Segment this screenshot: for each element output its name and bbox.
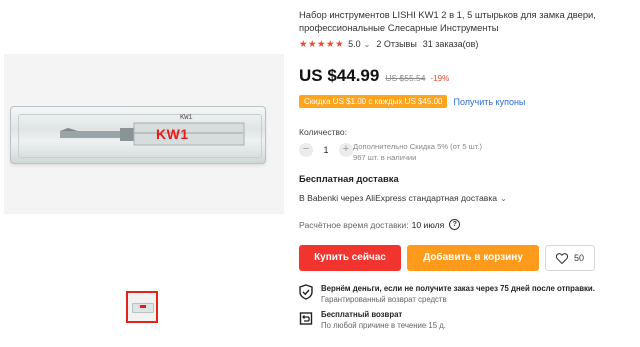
orders-count: 31 заказа(ов) [422, 39, 479, 49]
product-gallery: KW1 KW1 [0, 0, 290, 347]
product-title: Набор инструментов LISHI KW1 2 в 1, 5 шт… [299, 9, 596, 33]
current-price: US $44.99 [299, 66, 380, 85]
chevron-down-icon[interactable]: ⌄ [500, 194, 507, 203]
quantity-input[interactable]: 1 [313, 145, 339, 155]
quantity-label: Количество: [299, 127, 348, 137]
delivery-estimate: Расчётное время доставки: 10 июля ? [299, 219, 461, 230]
star-rating-icon: ★★★★★ [299, 38, 345, 50]
heart-icon [555, 252, 568, 264]
return-subtitle: По любой причине в течение 15 д. [321, 321, 446, 330]
discount-badge: -19% [430, 74, 450, 83]
quantity-stepper: − 1 + [299, 143, 353, 157]
coupon-row: Скидка US $1.00 с каждых US $45.00 Получ… [299, 95, 525, 108]
chevron-down-icon[interactable]: ⌄ [364, 40, 371, 49]
quantity-minus-button[interactable]: − [299, 143, 313, 157]
old-price: US $55.54 [385, 73, 426, 83]
delivery-date: 10 июля [411, 219, 445, 230]
guarantee-title: Вернём деньги, если не получите заказ че… [321, 284, 595, 293]
image-stamp-text: KW1 [180, 114, 193, 122]
quantity-info: Дополнительно Скидка 5% (от 5 шт.) 967 ш… [353, 142, 482, 163]
bulk-discount-text: Дополнительно Скидка 5% (от 5 шт.) [353, 142, 483, 151]
wishlist-count: 50 [573, 253, 584, 263]
return-title: Бесплатный возврат [321, 310, 403, 319]
help-icon[interactable]: ? [449, 219, 461, 230]
price-row: US $44.99 US $55.54 -19% [299, 66, 449, 86]
main-product-image[interactable]: KW1 KW1 [4, 54, 284, 214]
shield-check-icon [299, 284, 313, 300]
get-coupons-link[interactable]: Получить купоны [453, 97, 525, 107]
shipping-description: В Babenki через AliExpress стандартная д… [299, 193, 498, 203]
coupon-badge: Скидка US $1.00 с каждых US $45.00 [299, 95, 448, 108]
rating-row: ★★★★★ 5.0 ⌄ 2 Отзывы 31 заказа(ов) [299, 38, 478, 50]
image-red-label: KW1 [156, 126, 189, 142]
return-box-icon [299, 312, 313, 325]
guarantee-subtitle: Гарантированный возврат средств [321, 295, 447, 304]
money-back-guarantee: Вернём деньги, если не получите заказ че… [299, 283, 595, 305]
quantity-plus-button[interactable]: + [339, 143, 353, 157]
shipping-title: Бесплатная доставка [299, 173, 399, 184]
lock-pick-tool-shape [60, 122, 245, 146]
free-return: Бесплатный возврат По любой причине в те… [299, 309, 446, 331]
buy-now-button[interactable]: Купить сейчас [299, 245, 401, 271]
add-to-cart-button[interactable]: Добавить в корзину [407, 245, 539, 271]
delivery-estimate-label: Расчётное время доставки: [299, 219, 409, 230]
thumbnail-label-mark [140, 305, 146, 308]
thumbnail-image-selected[interactable] [126, 291, 158, 323]
wishlist-button[interactable]: 50 [545, 245, 595, 271]
stock-text: 967 шт. в наличии [353, 152, 417, 162]
rating-value: 5.0 [348, 39, 361, 49]
shipping-selector[interactable]: В Babenki через AliExpress стандартная д… [299, 193, 507, 203]
reviews-link[interactable]: 2 Отзывы [376, 39, 416, 49]
